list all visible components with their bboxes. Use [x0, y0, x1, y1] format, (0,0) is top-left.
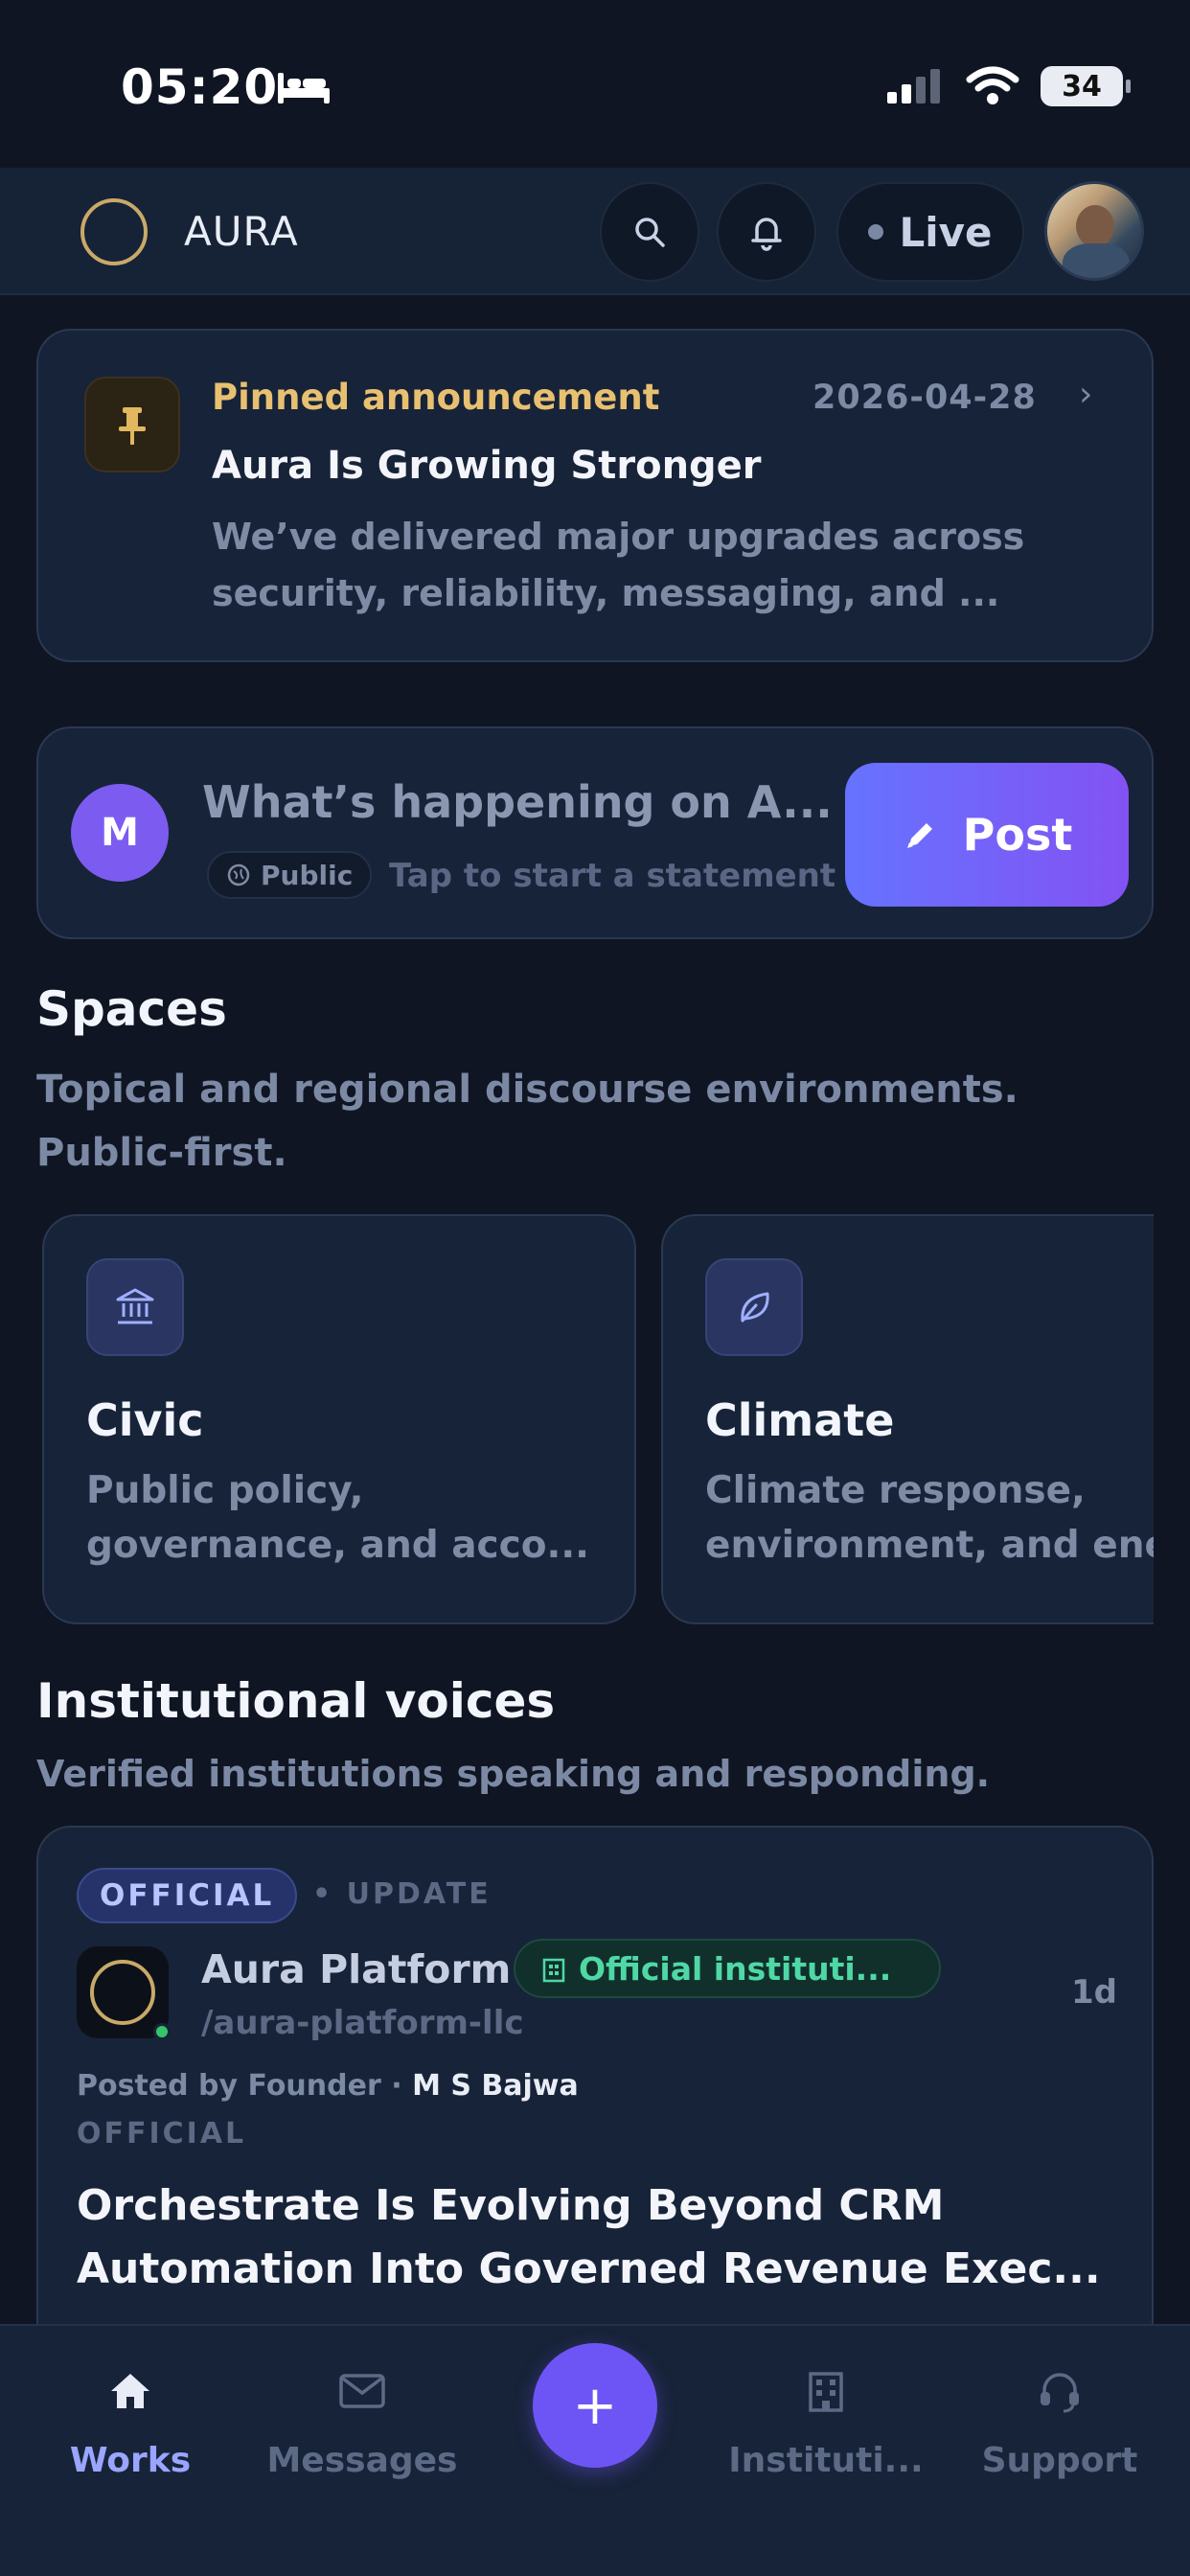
- nav-label: Support: [981, 2441, 1138, 2480]
- post-button[interactable]: Post: [845, 763, 1129, 907]
- battery-icon: 34: [1041, 66, 1131, 106]
- app-title: AURA: [184, 208, 299, 255]
- home-icon: [103, 2364, 157, 2418]
- create-fab-button[interactable]: +: [533, 2343, 657, 2468]
- online-status-icon: [153, 2023, 171, 2040]
- aura-logo-icon[interactable]: [80, 198, 148, 265]
- building-icon: [799, 2364, 853, 2418]
- composer-prompt[interactable]: What’s happening on A...: [202, 776, 844, 828]
- space-card-civic[interactable]: Civic Public policy, governance, and acc…: [42, 1214, 636, 1624]
- chevron-right-icon: ›: [1079, 375, 1093, 414]
- profile-avatar[interactable]: [1044, 181, 1144, 281]
- space-card-climate[interactable]: Climate Climate response, environment, a…: [661, 1214, 1154, 1624]
- nav-item-works[interactable]: Works: [15, 2326, 245, 2518]
- bottom-navigation: Works Messages + Instituti... Support: [0, 2324, 1190, 2576]
- space-description: Climate response, environment, and ene: [705, 1469, 1154, 1567]
- space-description: Public policy, governance, and acco...: [86, 1469, 589, 1567]
- globe-icon: [227, 863, 250, 886]
- institutional-subtitle: Verified institutions speaking and respo…: [36, 1753, 991, 1795]
- building-icon: [542, 1958, 565, 1983]
- bell-icon: [751, 218, 782, 251]
- pencil-icon: [906, 823, 932, 848]
- mail-icon: [335, 2364, 389, 2418]
- institution-name[interactable]: Aura Platform: [201, 1946, 511, 1992]
- space-name: Civic: [86, 1394, 204, 1446]
- nav-item-support[interactable]: Support: [945, 2326, 1175, 2518]
- visibility-selector[interactable]: Public: [207, 851, 373, 899]
- nav-label: Messages: [266, 2441, 458, 2480]
- search-icon: [635, 218, 665, 247]
- institutional-post-card[interactable]: OFFICIAL • UPDATE Aura Platform Official…: [36, 1826, 1154, 2362]
- pinned-date: 2026-04-28: [812, 379, 1037, 417]
- bank-icon: [86, 1258, 184, 1356]
- wifi-icon: [966, 66, 1019, 104]
- official-institution-badge: Official instituti...: [514, 1939, 941, 1998]
- status-bar: 05:20 34: [0, 0, 1190, 168]
- pinned-announcement-card[interactable]: Pinned announcement 2026-04-28 › Aura Is…: [36, 329, 1154, 662]
- nav-item-messages[interactable]: Messages: [247, 2326, 477, 2518]
- nav-item-institutions[interactable]: Instituti...: [711, 2326, 941, 2518]
- spaces-subtitle: Topical and regional discourse environme…: [36, 1068, 1018, 1175]
- spaces-title: Spaces: [36, 981, 227, 1037]
- pushpin-icon: [84, 377, 180, 472]
- status-indicators: 34: [885, 63, 1131, 109]
- composer-hint: Tap to start a statement: [389, 857, 836, 895]
- badge-label: Official instituti...: [579, 1949, 892, 1988]
- sleep-focus-icon: [278, 73, 330, 104]
- app-header: AURA Live: [0, 168, 1190, 295]
- post-button-label: Post: [962, 809, 1073, 861]
- live-button[interactable]: Live: [836, 182, 1024, 282]
- pinned-label: Pinned announcement: [212, 377, 660, 418]
- aura-logo-icon: [90, 1960, 155, 2025]
- live-label: Live: [899, 208, 993, 256]
- posted-by: Posted by Founder · M S Bajwa: [77, 2069, 579, 2103]
- nav-label: Instituti...: [728, 2441, 924, 2480]
- institutional-title: Institutional voices: [36, 1673, 556, 1729]
- visibility-label: Public: [261, 859, 354, 891]
- nav-label: Works: [69, 2441, 192, 2480]
- author-name: M S Bajwa: [412, 2069, 579, 2103]
- official-tag: OFFICIAL: [77, 1868, 298, 1923]
- post-category: OFFICIAL: [77, 2117, 247, 2150]
- cellular-signal-icon: [887, 69, 940, 104]
- user-avatar: M: [71, 784, 169, 882]
- notifications-button[interactable]: [717, 182, 816, 282]
- leaf-icon: [705, 1258, 803, 1356]
- live-dot-icon: [868, 224, 884, 240]
- headset-icon: [1033, 2364, 1087, 2418]
- space-name: Climate: [705, 1394, 895, 1446]
- post-kind: • UPDATE: [312, 1877, 492, 1911]
- post-headline[interactable]: Orchestrate Is Evolving Beyond CRM Autom…: [77, 2174, 1131, 2301]
- pinned-title: Aura Is Growing Stronger: [212, 444, 762, 488]
- institution-handle[interactable]: /aura-platform-llc: [201, 2004, 524, 2042]
- pinned-body: We’ve delivered major upgrades across se…: [212, 516, 1025, 614]
- status-time: 05:20: [121, 59, 279, 115]
- post-age: 1d: [1071, 1973, 1117, 2012]
- spaces-carousel[interactable]: Civic Public policy, governance, and acc…: [36, 1214, 1154, 1626]
- post-composer[interactable]: M What’s happening on A... Public Tap to…: [36, 726, 1154, 939]
- institution-logo[interactable]: [77, 1946, 171, 2040]
- search-button[interactable]: [600, 182, 699, 282]
